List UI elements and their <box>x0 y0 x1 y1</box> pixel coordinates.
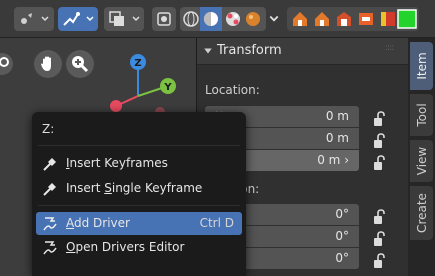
keyframe-icon <box>43 183 56 196</box>
menu-item-label: Open Drivers Editor <box>66 240 185 254</box>
viewport-header <box>0 0 435 38</box>
context-menu: Z: Insert Keyframes Insert Single Keyfra… <box>32 112 246 276</box>
panel-title: Transform <box>217 43 282 58</box>
menu-title: Z: <box>42 122 55 136</box>
shading-mode-group <box>180 7 266 31</box>
chevron-down-icon <box>86 16 94 22</box>
field-value: 0° <box>335 229 349 243</box>
lock-icon[interactable] <box>373 231 387 247</box>
field-value: 0 m › <box>317 153 349 167</box>
menu-item-label: Add Driver <box>66 216 130 230</box>
chevron-down-icon <box>204 48 212 54</box>
shortcut-label: Ctrl D <box>199 216 234 230</box>
chevron-down-icon <box>41 16 49 22</box>
box-icon[interactable] <box>357 10 375 28</box>
tab-tool[interactable]: Tool <box>410 94 433 136</box>
overlay-icon <box>157 12 171 26</box>
transform-pivot-button[interactable] <box>14 7 54 31</box>
magnifier-plus-icon <box>72 56 89 73</box>
driver-icon <box>43 241 57 255</box>
snap-transform-icon <box>21 13 32 24</box>
field-value: 0° <box>335 251 349 265</box>
tab-create[interactable]: Create <box>410 186 433 240</box>
pan-view-button[interactable] <box>34 50 62 78</box>
shading-solid-icon[interactable] <box>202 10 220 28</box>
field-value: 0 m <box>325 131 349 145</box>
chevron-down-icon <box>132 16 140 22</box>
hand-icon <box>41 56 51 71</box>
proportional-editing-button[interactable] <box>104 7 144 31</box>
lock-icon[interactable] <box>373 133 387 149</box>
zoom-to-fit-icon[interactable] <box>0 50 14 78</box>
red-square-icon[interactable] <box>379 10 397 28</box>
keyframe-icon <box>43 158 56 171</box>
lock-icon[interactable] <box>373 155 387 171</box>
svg-text:Z: Z <box>134 58 141 69</box>
lock-icon[interactable] <box>373 253 387 269</box>
drag-handle-icon[interactable]: :::: <box>385 43 394 53</box>
field-value: 0° <box>335 207 349 221</box>
tab-label: Create <box>414 193 429 233</box>
menu-item-label: Insert Single Keyframe <box>66 181 203 195</box>
zoom-view-button[interactable] <box>66 50 94 78</box>
lock-icon[interactable] <box>373 209 387 225</box>
menu-divider <box>38 205 240 206</box>
shading-rendered-icon[interactable] <box>244 10 262 28</box>
snap-icon <box>63 12 80 26</box>
barn-icon[interactable] <box>335 10 353 28</box>
house-icon[interactable] <box>291 10 309 28</box>
menu-item-add-driver[interactable]: Add Driver Ctrl D <box>36 212 242 235</box>
tab-label: Tool <box>414 103 429 127</box>
proportional-editing-icon <box>109 11 124 26</box>
menu-item-label: Insert Keyframes <box>66 156 168 170</box>
transform-panel-header[interactable]: Transform :::: <box>197 38 409 65</box>
tab-item[interactable]: Item <box>410 42 433 90</box>
lock-icon[interactable] <box>373 111 387 127</box>
menu-divider <box>38 145 240 146</box>
menu-item-insert-keyframes[interactable]: Insert Keyframes <box>36 152 242 175</box>
snap-toggle-button[interactable] <box>58 7 98 31</box>
tab-view[interactable]: View <box>410 140 433 182</box>
sidebar-tabs: Item Tool View Create <box>408 38 435 276</box>
location-label: Location: <box>205 83 260 97</box>
house-icon[interactable] <box>313 10 331 28</box>
menu-item-insert-single-keyframe[interactable]: Insert Single Keyframe <box>36 177 242 200</box>
menu-item-open-drivers-editor[interactable]: Open Drivers Editor <box>36 236 242 259</box>
driver-icon <box>43 217 57 231</box>
header-colorpicker-icon[interactable] <box>397 9 417 29</box>
tab-label: Item <box>414 52 429 80</box>
shading-wireframe-icon[interactable] <box>182 10 200 28</box>
overlay-button[interactable] <box>152 7 176 31</box>
svg-text:Y: Y <box>163 82 172 93</box>
shading-material-icon[interactable] <box>224 10 242 28</box>
field-value: 0 m <box>325 109 349 123</box>
header-extra-buttons <box>287 7 419 31</box>
chevron-down-icon[interactable] <box>269 14 279 24</box>
tab-label: View <box>414 146 429 176</box>
